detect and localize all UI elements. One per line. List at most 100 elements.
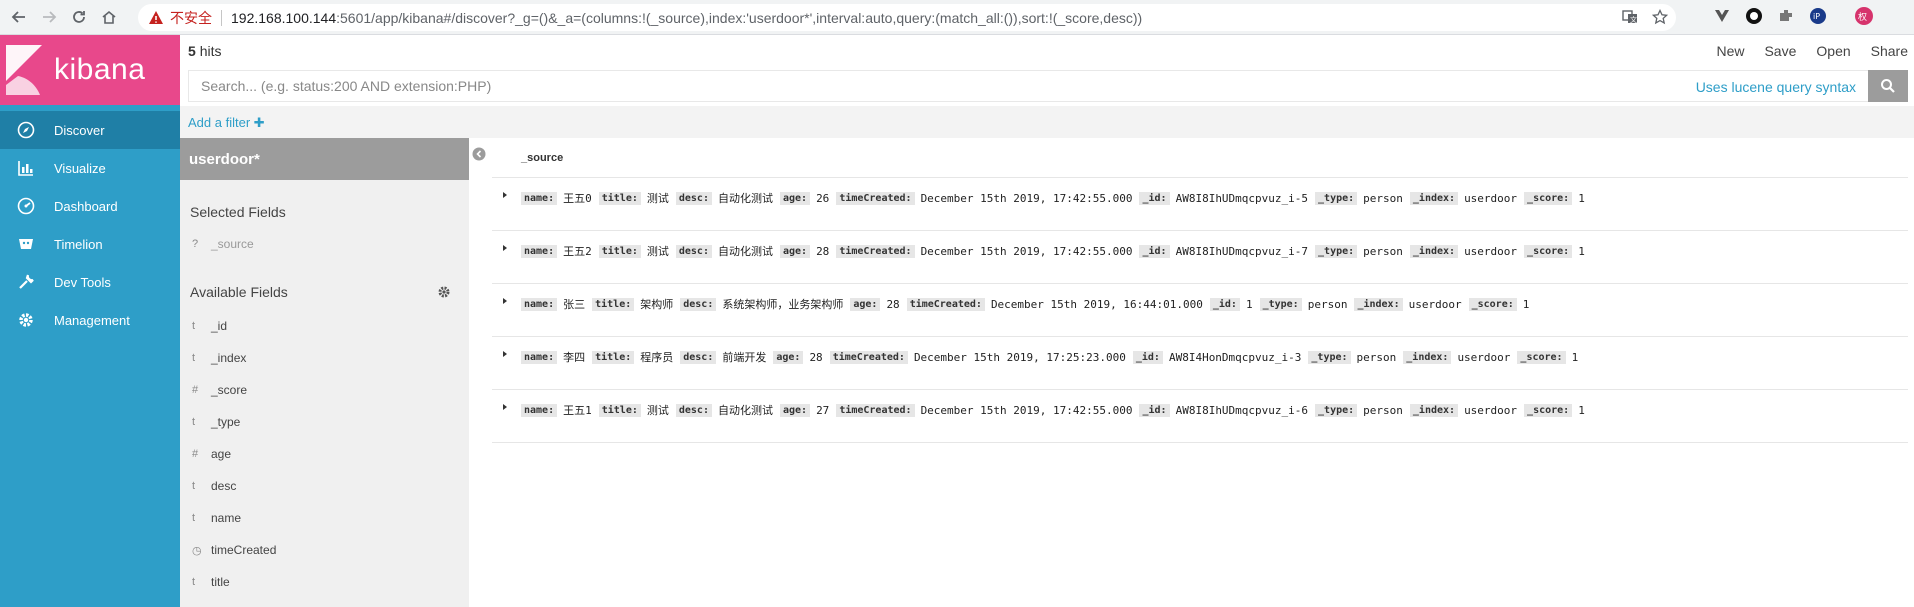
nav-label: Management [54,312,130,328]
field-value: 程序员 [640,351,674,364]
available-fields-label: Available Fields [190,284,288,300]
field-key: name: [521,350,558,364]
field-item[interactable]: # _score [180,374,469,406]
field-value: userdoor [1464,244,1518,258]
timelion-icon [16,234,36,254]
kibana-sidebar: kibana Discover Visualize Dashboard Time… [0,35,180,607]
field-key: title: [598,244,641,258]
field-key: _index: [1409,403,1459,417]
field-item[interactable]: t _type [180,406,469,438]
field-item[interactable]: t _id [180,310,469,342]
home-icon[interactable] [98,6,120,28]
search-button[interactable] [1868,70,1908,102]
field-type-icon: ? [192,238,199,250]
field-item[interactable]: t _index [180,342,469,374]
field-key: age: [779,191,811,205]
field-key: desc: [675,244,712,258]
nav-label: Timelion [54,236,103,252]
nav-dev-tools[interactable]: Dev Tools [0,263,180,301]
nav-timelion[interactable]: Timelion [0,225,180,263]
table-row[interactable]: name: 张三 title: 架构师 desc: 系统架构师，业务架构师 age: 28 ti… [492,284,1908,337]
field-item[interactable]: t name [180,502,469,534]
share-button[interactable]: Share [1871,43,1908,59]
nav-dashboard[interactable]: Dashboard [0,187,180,225]
lucene-syntax-link[interactable]: Uses lucene query syntax [1696,79,1856,95]
kibana-logo[interactable]: kibana [0,35,180,105]
wrench-icon [16,272,36,292]
field-item[interactable]: t title [180,566,469,598]
bar-chart-icon [16,158,36,178]
field-value: December 15th 2019, 17:25:23.000 [913,350,1126,364]
add-filter-link[interactable]: Add a filter ✚ [188,115,265,131]
expand-caret-icon[interactable] [500,190,510,200]
ip-extension-icon[interactable]: iP [1808,6,1828,26]
field-item[interactable]: # age [180,438,469,470]
settings-gear-icon[interactable] [437,285,451,299]
open-button[interactable]: Open [1816,43,1850,59]
table-row[interactable]: name: 王五1 title: 测试 desc: 自动化测试 age: 27 timeCrea… [492,390,1908,443]
field-key: timeCreated: [829,350,908,364]
field-name: _type [211,415,241,429]
field-value: 1 [1245,297,1253,311]
bookmark-star-icon[interactable] [1652,9,1668,25]
field-name: _source [211,237,254,251]
expand-caret-icon[interactable] [500,243,510,253]
field-key: age: [779,244,811,258]
field-value: 28 [886,297,900,311]
field-key: _type: [1315,244,1358,258]
vue-devtools-icon[interactable] [1712,6,1732,26]
field-key: title: [592,350,635,364]
expand-caret-icon[interactable] [500,296,510,306]
index-pattern-selector[interactable]: userdoor* [180,138,469,180]
discover-topbar: 5 hits New Save Open Share [180,35,1914,67]
circle-extension-icon[interactable] [1744,6,1764,26]
field-value: 测试 [646,192,669,205]
field-value: 李四 [563,351,586,364]
address-bar[interactable]: 不安全 192.168.100.144 :5601/app/kibana#/di… [138,4,1676,31]
save-button[interactable]: Save [1764,43,1796,59]
field-type-icon: t [192,320,196,332]
field-value: 测试 [646,404,669,417]
column-header-source[interactable]: _source [492,138,1908,178]
field-key: _id: [1209,297,1240,311]
field-type-icon: ◷ [192,544,202,557]
nav-visualize[interactable]: Visualize [0,149,180,187]
forward-icon[interactable] [38,6,60,28]
field-value: person [1363,244,1403,258]
puzzle-extension-icon[interactable] [1776,6,1796,26]
field-value: AW8I4HonDmqcpvuz_i-3 [1168,350,1302,364]
field-value: person [1307,297,1348,311]
table-row[interactable]: name: 王五0 title: 测试 desc: 自动化测试 age: 26 timeCrea… [492,178,1908,231]
field-item[interactable]: ◷ timeCreated [180,534,469,566]
field-value: December 15th 2019, 17:42:55.000 [920,244,1133,258]
nav-discover[interactable]: Discover [0,111,180,149]
field-key: _score: [1524,191,1573,205]
expand-caret-icon[interactable] [500,349,510,359]
translate-icon[interactable]: 文 [1622,9,1638,25]
new-button[interactable]: New [1716,43,1744,59]
brand-name: kibana [54,53,146,86]
reload-icon[interactable] [68,6,90,28]
svg-text:文: 文 [1630,15,1637,24]
field-value: 王五1 [563,404,592,417]
source-summary: name: 张三 title: 架构师 desc: 系统架构师，业务架构师 age: 28 ti… [521,296,1536,312]
nav-management[interactable]: Management [0,301,180,339]
field-key: name: [521,403,558,417]
back-icon[interactable] [8,6,30,28]
search-input[interactable]: Search... (e.g. status:200 AND extension… [188,70,1868,102]
field-value: 自动化测试 [717,192,773,205]
source-summary: name: 李四 title: 程序员 desc: 前端开发 age: 28 timeCreat… [521,349,1585,365]
field-type-icon: t [192,416,196,428]
table-row[interactable]: name: 王五2 title: 测试 desc: 自动化测试 age: 28 timeCrea… [492,231,1908,284]
collapse-sidebar-icon[interactable] [472,147,486,161]
field-item[interactable]: t desc [180,470,469,502]
field-key: timeCreated: [836,403,915,417]
expand-caret-icon[interactable] [500,402,510,412]
field-key: name: [521,191,558,205]
table-row[interactable]: name: 李四 title: 程序员 desc: 前端开发 age: 28 timeCreat… [492,337,1908,390]
field-key: desc: [675,191,712,205]
field-key: _index: [1409,244,1459,258]
plus-icon: ✚ [253,115,265,130]
selected-fields-title: Selected Fields [190,204,286,220]
field-item[interactable]: ? _source [180,228,469,260]
